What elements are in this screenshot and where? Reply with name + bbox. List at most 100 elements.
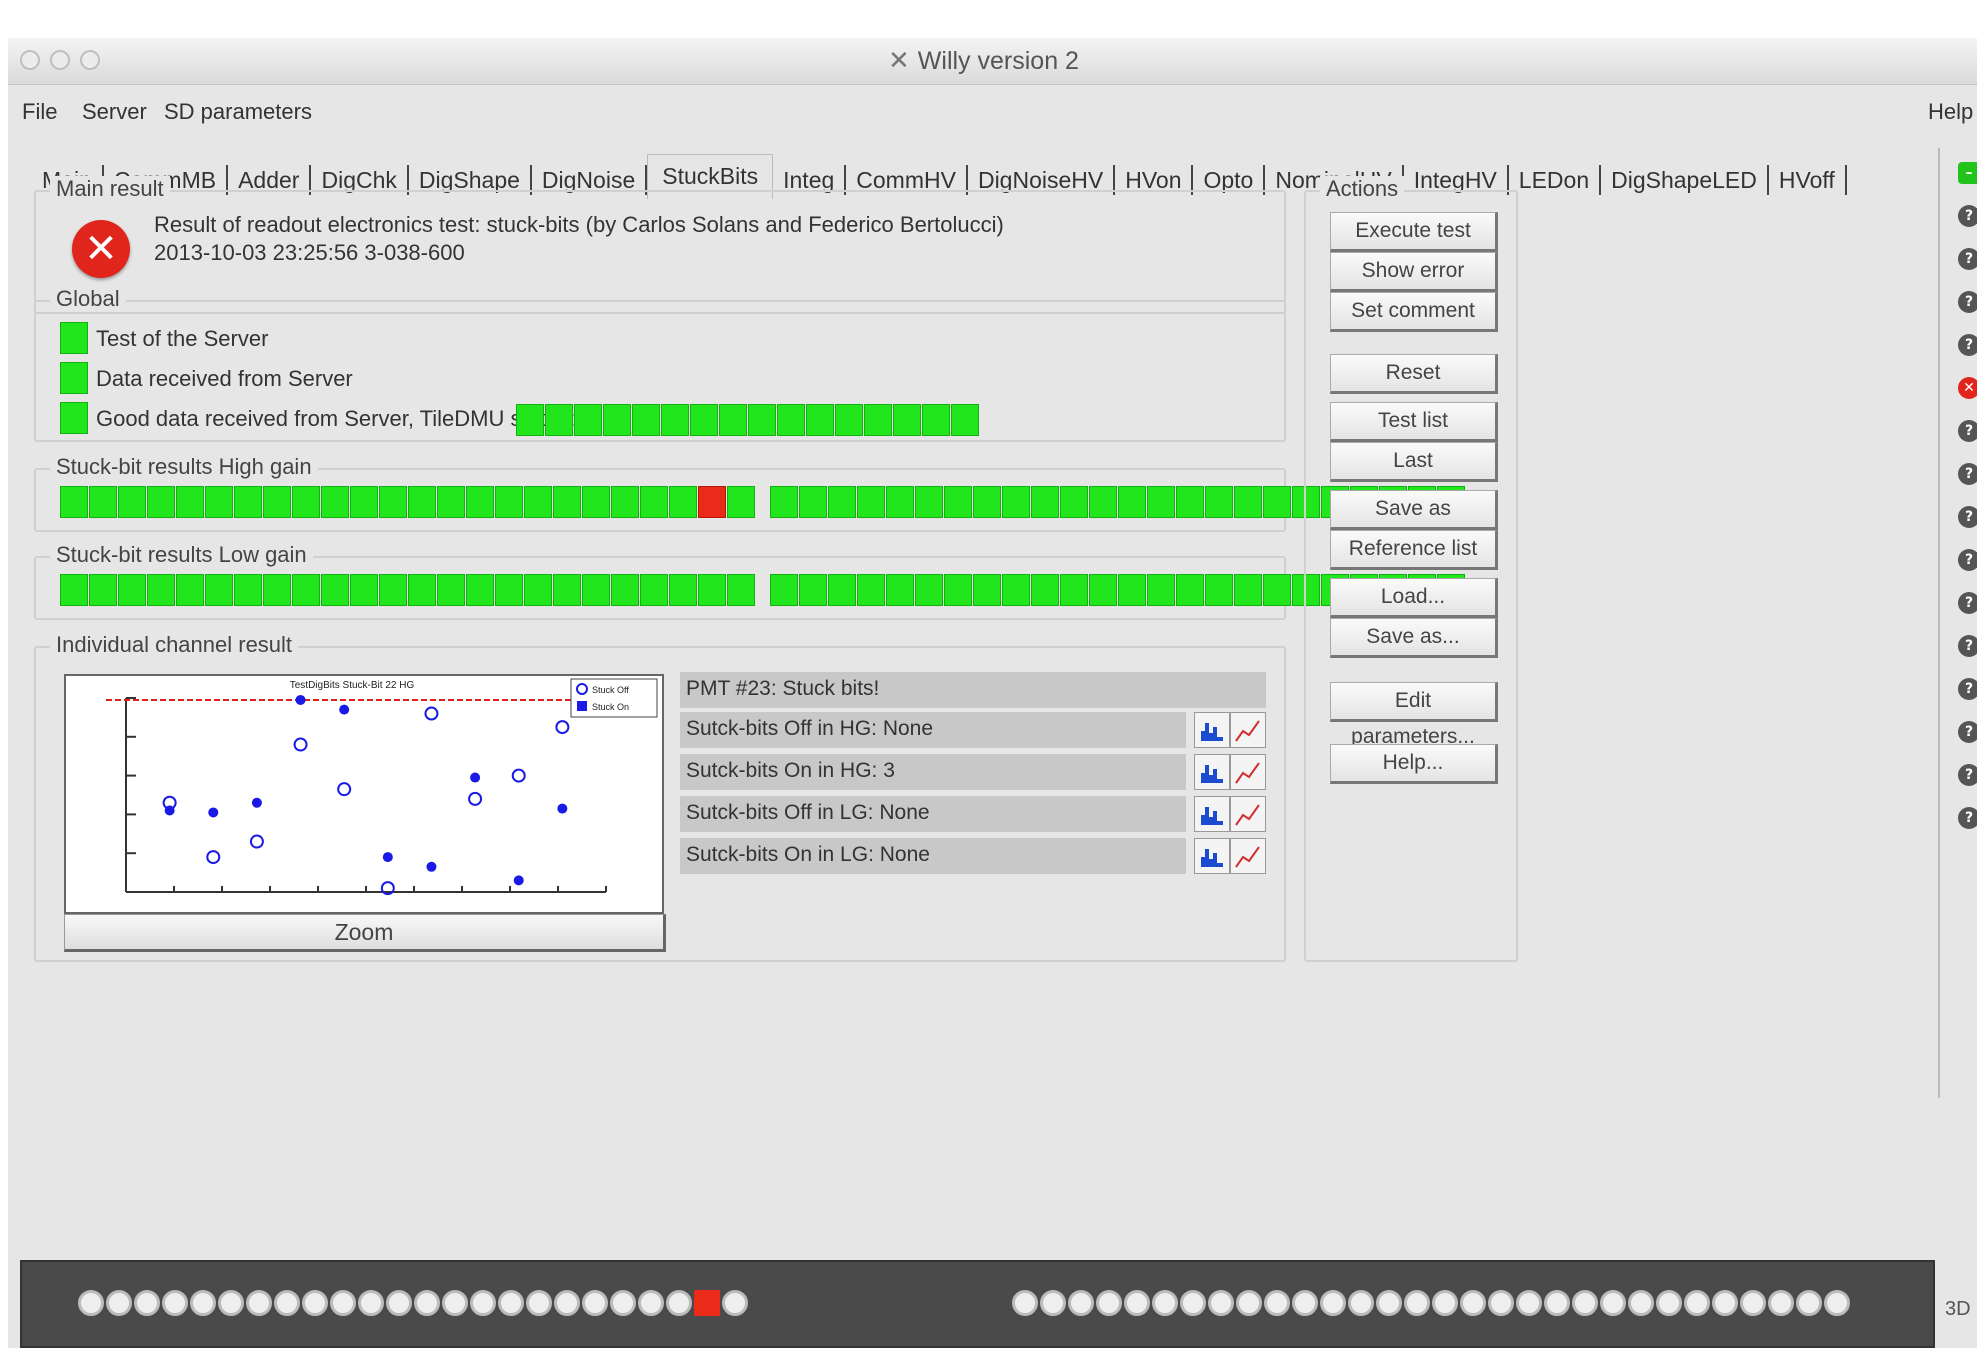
stuck-off-point [293, 737, 308, 752]
channel-ring [1628, 1290, 1654, 1316]
tab-hvoff[interactable]: HVoff [1769, 165, 1847, 195]
histogram-button-lg-off[interactable] [1194, 796, 1230, 832]
hg-channel-led [857, 486, 885, 518]
hg-channel-led [915, 486, 943, 518]
graph-button-lg-on[interactable] [1230, 838, 1266, 874]
channel-ring [1656, 1290, 1682, 1316]
histogram-button-hg-off[interactable] [1194, 712, 1230, 748]
lg-channel-led [1263, 574, 1291, 606]
last-button[interactable]: Last [1330, 442, 1498, 482]
hg-channel-led [944, 486, 972, 518]
status-unknown-icon[interactable]: ? [1958, 506, 1977, 528]
hg-on-field: Sutck-bits On in HG: 3 [680, 754, 1186, 790]
data-received-led [60, 362, 88, 394]
channel-ring [722, 1290, 748, 1316]
tiledmu-led [893, 404, 921, 436]
bad-channel-marker [694, 1290, 720, 1316]
status-unknown-icon[interactable]: ? [1958, 291, 1977, 313]
zoom-window-button[interactable] [80, 50, 100, 70]
graph-icon [1235, 762, 1260, 784]
tab-ledon[interactable]: LEDon [1509, 165, 1602, 195]
lg-channel-led [669, 574, 697, 606]
channel-ring [1096, 1290, 1122, 1316]
menu-server[interactable]: Server [82, 99, 147, 125]
status-unknown-icon[interactable]: ? [1958, 592, 1977, 614]
status-unknown-icon[interactable]: ? [1958, 463, 1977, 485]
channel-ring [218, 1290, 244, 1316]
menu-sd-parameters[interactable]: SD parameters [164, 99, 312, 125]
graph-button-hg-off[interactable] [1230, 712, 1266, 748]
channel-ring [302, 1290, 328, 1316]
execute-test-button[interactable]: Execute test [1330, 212, 1498, 252]
close-window-button[interactable] [20, 50, 40, 70]
status-unknown-icon[interactable]: ? [1958, 334, 1977, 356]
reset-button[interactable]: Reset [1330, 354, 1498, 394]
lg-channel-led [321, 574, 349, 606]
hg-channel-led [1089, 486, 1117, 518]
channel-ring [1824, 1290, 1850, 1316]
lg-channel-led [379, 574, 407, 606]
lg-on-field: Sutck-bits On in LG: None [680, 838, 1186, 874]
window-title: Willy version 2 [917, 47, 1079, 75]
status-unknown-icon[interactable]: ? [1958, 549, 1977, 571]
tiledmu-led [632, 404, 660, 436]
status-ok-icon[interactable]: – [1958, 162, 1977, 184]
lg-channel-led [350, 574, 378, 606]
lg-channel-led [1118, 574, 1146, 606]
status-unknown-icon[interactable]: ? [1958, 764, 1977, 786]
set-comment-button[interactable]: Set comment [1330, 292, 1498, 332]
lg-channel-led [1002, 574, 1030, 606]
help-button[interactable]: Help... [1330, 744, 1498, 784]
chart-title: TestDigBits Stuck-Bit 22 HG [290, 680, 415, 691]
histogram-button-hg-on[interactable] [1194, 754, 1230, 790]
graph-button-lg-off[interactable] [1230, 796, 1266, 832]
menu-file[interactable]: File [22, 99, 57, 125]
status-unknown-icon[interactable]: ? [1958, 678, 1977, 700]
edit-parameters-button[interactable]: Edit parameters... [1330, 682, 1498, 748]
status-unknown-icon[interactable]: ? [1958, 721, 1977, 743]
save-as-button[interactable]: Save as... [1330, 618, 1498, 658]
save-as-reference-button[interactable]: Save as reference [1330, 490, 1498, 556]
status-error-icon[interactable]: ✕ [1958, 377, 1977, 399]
lg-channel-led [176, 574, 204, 606]
channel-ring [1432, 1290, 1458, 1316]
hg-channel-led [799, 486, 827, 518]
stuck-on-point [295, 694, 306, 705]
menu-help[interactable]: Help [1928, 99, 1973, 125]
lg-channel-led [611, 574, 639, 606]
tab-digshapeled[interactable]: DigShapeLED [1601, 165, 1769, 195]
status-unknown-icon[interactable]: ? [1958, 248, 1977, 270]
channel-ring [1012, 1290, 1038, 1316]
lg-channel-led [263, 574, 291, 606]
histogram-button-lg-on[interactable] [1194, 838, 1230, 874]
channel-ring [638, 1290, 664, 1316]
stuck-on-point [339, 704, 350, 715]
show-error-button[interactable]: Show error [1330, 252, 1498, 292]
graph-button-hg-on[interactable] [1230, 754, 1266, 790]
hg-channel-led [495, 486, 523, 518]
zoom-button[interactable]: Zoom [64, 914, 666, 952]
error-icon: ✕ [72, 220, 130, 278]
view-3d-label[interactable]: 3D [1945, 1298, 1971, 1321]
channel-ring [1516, 1290, 1542, 1316]
lg-channel-led [770, 574, 798, 606]
status-unknown-icon[interactable]: ? [1958, 807, 1977, 829]
status-unknown-icon[interactable]: ? [1958, 205, 1977, 227]
lg-channel-led [60, 574, 88, 606]
channel-ring [1740, 1290, 1766, 1316]
legend-stuck-on-marker [577, 701, 587, 711]
test-list-button[interactable]: Test list [1330, 402, 1498, 442]
minimize-window-button[interactable] [50, 50, 70, 70]
graph-icon [1235, 720, 1260, 742]
channel-ring [106, 1290, 132, 1316]
channel-ring [470, 1290, 496, 1316]
status-unknown-icon[interactable]: ? [1958, 635, 1977, 657]
hg-off-field: Sutck-bits Off in HG: None [680, 712, 1186, 748]
tiledmu-led [951, 404, 979, 436]
lg-channel-led [89, 574, 117, 606]
load-button[interactable]: Load... [1330, 578, 1498, 618]
status-unknown-icon[interactable]: ? [1958, 420, 1977, 442]
channel-ring [414, 1290, 440, 1316]
lg-channel-led [973, 574, 1001, 606]
reference-list-button[interactable]: Reference list [1330, 530, 1498, 570]
